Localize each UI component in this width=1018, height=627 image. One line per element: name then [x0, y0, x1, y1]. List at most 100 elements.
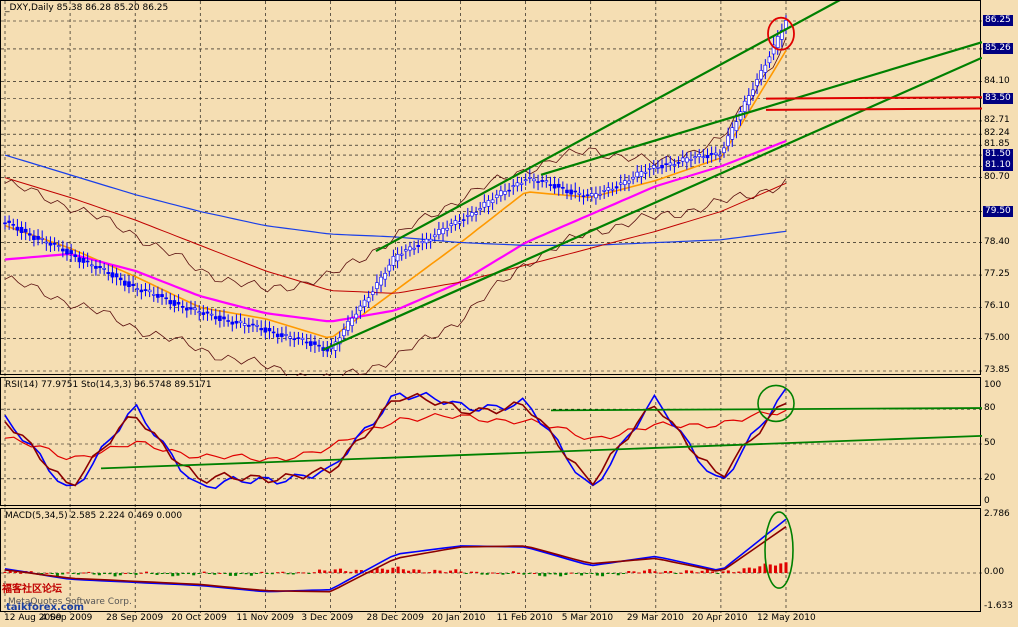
macd-histogram-bar	[711, 571, 715, 574]
macd-histogram-bar	[506, 573, 510, 575]
macd-histogram-bar	[192, 573, 196, 576]
candle-body	[618, 182, 623, 185]
macd-histogram-bar	[45, 572, 49, 574]
macd-histogram-bar	[202, 571, 206, 574]
macd-histogram-bar	[307, 573, 311, 575]
macd-histogram-bar	[213, 573, 217, 575]
candle-body	[102, 268, 106, 270]
macd-histogram-bar	[150, 573, 154, 575]
price-chart-pane[interactable]: _DXY,Daily 85.38 86.28 85.20 86.25	[0, 0, 982, 376]
macd-histogram-bar	[737, 571, 741, 574]
macd-histogram-bar	[648, 569, 652, 574]
macd-histogram-bar	[564, 573, 568, 575]
macd-histogram-bar	[480, 573, 484, 575]
candle-body	[267, 327, 272, 332]
price-tick: 80.70	[984, 171, 1010, 182]
candle-body	[56, 245, 61, 247]
rsi-stoch-pane[interactable]: RSI(14) 77.9751 Sto(14,3,3) 96.5748 89.5…	[0, 377, 982, 507]
candle-body	[201, 312, 206, 315]
candle-body	[300, 337, 305, 340]
candle-body	[470, 212, 474, 217]
rsi-tick: 20	[984, 472, 996, 483]
candle-body	[775, 36, 780, 48]
macd-histogram-bar	[700, 570, 704, 574]
price-tag: 79.50	[983, 205, 1013, 217]
candle-body	[288, 336, 292, 339]
macd-histogram-bar	[270, 573, 274, 575]
macd-histogram-bar	[553, 573, 557, 575]
candle-body	[755, 79, 759, 86]
macd-histogram-bar	[76, 573, 80, 575]
date-tick: 20 Jan 2010	[431, 613, 486, 623]
candle-body	[635, 171, 640, 178]
candle-body	[503, 191, 507, 195]
candle-body	[445, 227, 449, 231]
candle-body	[713, 152, 718, 155]
macd-histogram-bar	[679, 572, 683, 574]
candle-body	[81, 257, 86, 263]
macd-histogram-bar	[496, 572, 500, 574]
candle-body	[656, 167, 660, 169]
candle-body	[342, 329, 346, 337]
macd-histogram-bar	[590, 573, 594, 575]
macd-histogram-bar	[569, 572, 573, 574]
candle-body	[375, 282, 379, 289]
macd-histogram-bar	[87, 571, 91, 574]
macd-histogram-bar	[690, 570, 694, 574]
macd-histogram-bar	[438, 570, 442, 574]
macd-histogram-bar	[186, 573, 190, 575]
macd-histogram-bar	[103, 573, 107, 575]
macd-histogram-bar	[207, 573, 211, 575]
candle-body	[3, 222, 7, 225]
macd-histogram-bar	[779, 563, 783, 574]
macd-histogram-bar	[595, 573, 599, 576]
macd-histogram-bar	[559, 573, 563, 577]
candle-body	[114, 273, 119, 278]
price-chart-title: _DXY,Daily 85.38 86.28 85.20 86.25	[5, 3, 169, 13]
candle-body	[94, 265, 98, 269]
candle-body	[98, 266, 102, 269]
candle-body	[569, 189, 573, 195]
macd-histogram-bar	[684, 570, 688, 574]
candle-body	[139, 289, 144, 293]
rsi-axis: 100 80 50 20 0	[981, 377, 1018, 506]
macd-histogram-bar	[160, 573, 164, 575]
candle-body	[172, 300, 177, 306]
candle-body	[581, 195, 586, 198]
candle-body	[647, 168, 652, 170]
macd-histogram-bar	[732, 572, 736, 574]
macd-histogram-bar	[475, 571, 479, 574]
macd-histogram-bar	[396, 566, 400, 574]
macd-histogram-bar	[165, 573, 169, 575]
macd-histogram-bar	[197, 573, 201, 575]
candle-body	[73, 254, 78, 258]
candle-body	[478, 208, 483, 211]
macd-histogram-bar	[55, 573, 59, 576]
price-tag: 85.26	[983, 42, 1013, 54]
candle-body	[213, 316, 218, 320]
candle-body	[730, 127, 735, 140]
macd-histogram-bar	[82, 572, 86, 574]
rsi-trendline-lower	[100, 434, 982, 470]
macd-histogram-bar	[50, 573, 54, 575]
candle-body	[164, 297, 168, 300]
macd-histogram-bar	[134, 573, 138, 575]
macd-histogram-bar	[312, 572, 316, 574]
watermark-logo: 福客社区论坛	[2, 584, 62, 595]
date-tick: 20 Oct 2009	[171, 613, 227, 623]
watermark-url: taikforex.com	[6, 602, 85, 613]
macd-histogram-bar	[145, 571, 149, 574]
candle-body	[391, 256, 396, 266]
candle-body	[168, 300, 173, 305]
date-tick: 20 Apr 2010	[691, 613, 748, 623]
candle-body	[110, 272, 115, 278]
macd-histogram-bar	[407, 570, 411, 574]
candle-body	[127, 281, 131, 288]
candle-body	[247, 324, 251, 327]
candle-body	[65, 248, 69, 255]
candle-body	[594, 193, 598, 199]
candle-body	[106, 272, 111, 274]
macd-pane[interactable]: MACD(5,34,5) 2.585 2.224 0.469 0.000	[0, 508, 982, 613]
macd-histogram-bar	[548, 573, 552, 575]
candle-body	[77, 257, 82, 263]
